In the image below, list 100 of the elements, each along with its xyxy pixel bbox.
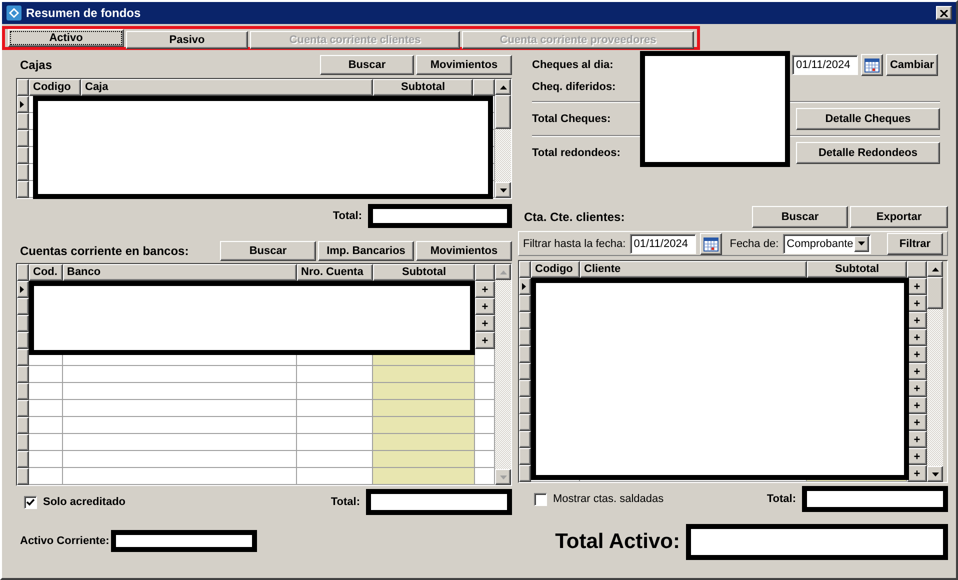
calendar-button[interactable]: [700, 232, 722, 254]
row-indicator[interactable]: [519, 431, 531, 448]
row-indicator[interactable]: [17, 434, 29, 451]
row-indicator[interactable]: [519, 465, 531, 482]
up-arrow-icon: [500, 268, 506, 276]
table-cell: [475, 417, 495, 434]
scrollbar[interactable]: [927, 261, 943, 482]
date-field[interactable]: 01/11/2024: [630, 234, 696, 254]
detail-button[interactable]: Detalle Redondeos: [796, 142, 940, 164]
row-indicator[interactable]: [519, 329, 531, 346]
expand-row-button[interactable]: +: [907, 380, 927, 397]
row-indicator[interactable]: [17, 366, 29, 383]
row-indicator[interactable]: [17, 383, 29, 400]
row-indicator[interactable]: [519, 414, 531, 431]
row-indicator[interactable]: [519, 397, 531, 414]
date-field[interactable]: 01/11/2024: [792, 55, 858, 75]
row-indicator[interactable]: [17, 130, 29, 147]
scroll-down-button[interactable]: [927, 466, 943, 482]
scrollbar[interactable]: [495, 79, 511, 198]
date-type-select[interactable]: Comprobante: [782, 234, 871, 254]
row-indicator[interactable]: [17, 349, 29, 366]
row-indicator[interactable]: [17, 164, 29, 181]
row-indicator[interactable]: [519, 295, 531, 312]
filter-button[interactable]: Filtrar: [887, 232, 943, 254]
expand-row-button[interactable]: +: [907, 363, 927, 380]
row-indicator[interactable]: [17, 417, 29, 434]
expand-row-button[interactable]: +: [907, 346, 927, 363]
toolbar-button[interactable]: Buscar: [752, 206, 848, 228]
scroll-up-button[interactable]: [927, 261, 943, 277]
checkbox[interactable]: [24, 496, 37, 508]
tab[interactable]: Pasivo: [126, 31, 248, 49]
change-button[interactable]: Cambiar: [886, 54, 938, 76]
column-header[interactable]: Nro. Cuenta: [297, 264, 373, 281]
column-header[interactable]: Cod.: [29, 264, 63, 281]
toolbar-button[interactable]: Buscar: [220, 241, 316, 261]
detail-button[interactable]: Detalle Cheques: [796, 108, 940, 130]
field-label: Total Cheques:: [532, 113, 611, 125]
expand-row-button[interactable]: +: [907, 414, 927, 431]
filter-label: Fecha de:: [730, 238, 779, 250]
expand-row-button[interactable]: +: [907, 278, 927, 295]
column-header[interactable]: Banco: [63, 264, 297, 281]
scroll-up-button[interactable]: [495, 79, 511, 95]
row-indicator[interactable]: [17, 468, 29, 485]
expand-row-button[interactable]: +: [907, 448, 927, 465]
row-indicator[interactable]: [519, 312, 531, 329]
expand-row-button[interactable]: +: [475, 332, 495, 349]
current-row-icon: [19, 101, 26, 108]
row-indicator[interactable]: [17, 400, 29, 417]
expand-row-button[interactable]: +: [475, 315, 495, 332]
row-indicator[interactable]: [17, 147, 29, 164]
total-label: Total:: [766, 493, 796, 505]
expand-row-button[interactable]: +: [907, 312, 927, 329]
column-header[interactable]: Subtotal: [807, 261, 907, 278]
row-indicator[interactable]: [519, 380, 531, 397]
row-indicator[interactable]: [17, 451, 29, 468]
table-cell: [29, 434, 63, 451]
toolbar-button[interactable]: Buscar: [320, 55, 414, 75]
row-indicator[interactable]: [17, 315, 29, 332]
scroll-down-button[interactable]: [495, 182, 511, 198]
row-indicator[interactable]: [519, 448, 531, 465]
expand-row-button[interactable]: +: [907, 397, 927, 414]
calendar-button[interactable]: [861, 54, 883, 76]
scroll-up-button[interactable]: [495, 264, 511, 280]
row-indicator[interactable]: [17, 298, 29, 315]
scrollbar-thumb[interactable]: [495, 95, 511, 129]
scrollbar[interactable]: [495, 264, 511, 485]
expand-row-button[interactable]: +: [907, 431, 927, 448]
row-indicator[interactable]: [17, 113, 29, 130]
row-indicator[interactable]: [519, 363, 531, 380]
expand-row-button[interactable]: +: [907, 329, 927, 346]
toolbar-button[interactable]: Movimientos: [416, 55, 512, 75]
toolbar-button[interactable]: Exportar: [850, 206, 948, 228]
toolbar-button[interactable]: Movimientos: [416, 241, 512, 261]
expand-row-button[interactable]: +: [907, 295, 927, 312]
row-indicator[interactable]: [17, 281, 29, 298]
scrollbar-thumb[interactable]: [927, 277, 943, 309]
down-arrow-icon: [932, 470, 938, 478]
expand-row-button[interactable]: +: [475, 281, 495, 298]
column-header[interactable]: Subtotal: [373, 79, 473, 96]
tab[interactable]: Activo: [8, 29, 124, 47]
toolbar-button[interactable]: Imp. Bancarios: [318, 241, 414, 261]
column-header[interactable]: Caja: [81, 79, 373, 96]
row-indicator[interactable]: [519, 278, 531, 295]
column-header[interactable]: Cliente: [580, 261, 807, 278]
table-cell: [475, 349, 495, 366]
checkbox[interactable]: [534, 492, 547, 506]
checkbox-label: Solo acreditado: [43, 496, 126, 508]
row-indicator[interactable]: [17, 96, 29, 113]
column-header[interactable]: Codigo: [29, 79, 81, 96]
column-header[interactable]: Codigo: [531, 261, 580, 278]
total-label: Total:: [332, 210, 362, 222]
expand-row-button[interactable]: +: [475, 298, 495, 315]
expand-row-button[interactable]: +: [907, 465, 927, 482]
column-header[interactable]: Subtotal: [373, 264, 475, 281]
row-indicator[interactable]: [17, 332, 29, 349]
row-indicator[interactable]: [17, 181, 29, 198]
section-title: Cajas: [20, 58, 52, 72]
close-button[interactable]: [936, 6, 952, 20]
row-indicator[interactable]: [519, 346, 531, 363]
scroll-down-button[interactable]: [495, 469, 511, 485]
